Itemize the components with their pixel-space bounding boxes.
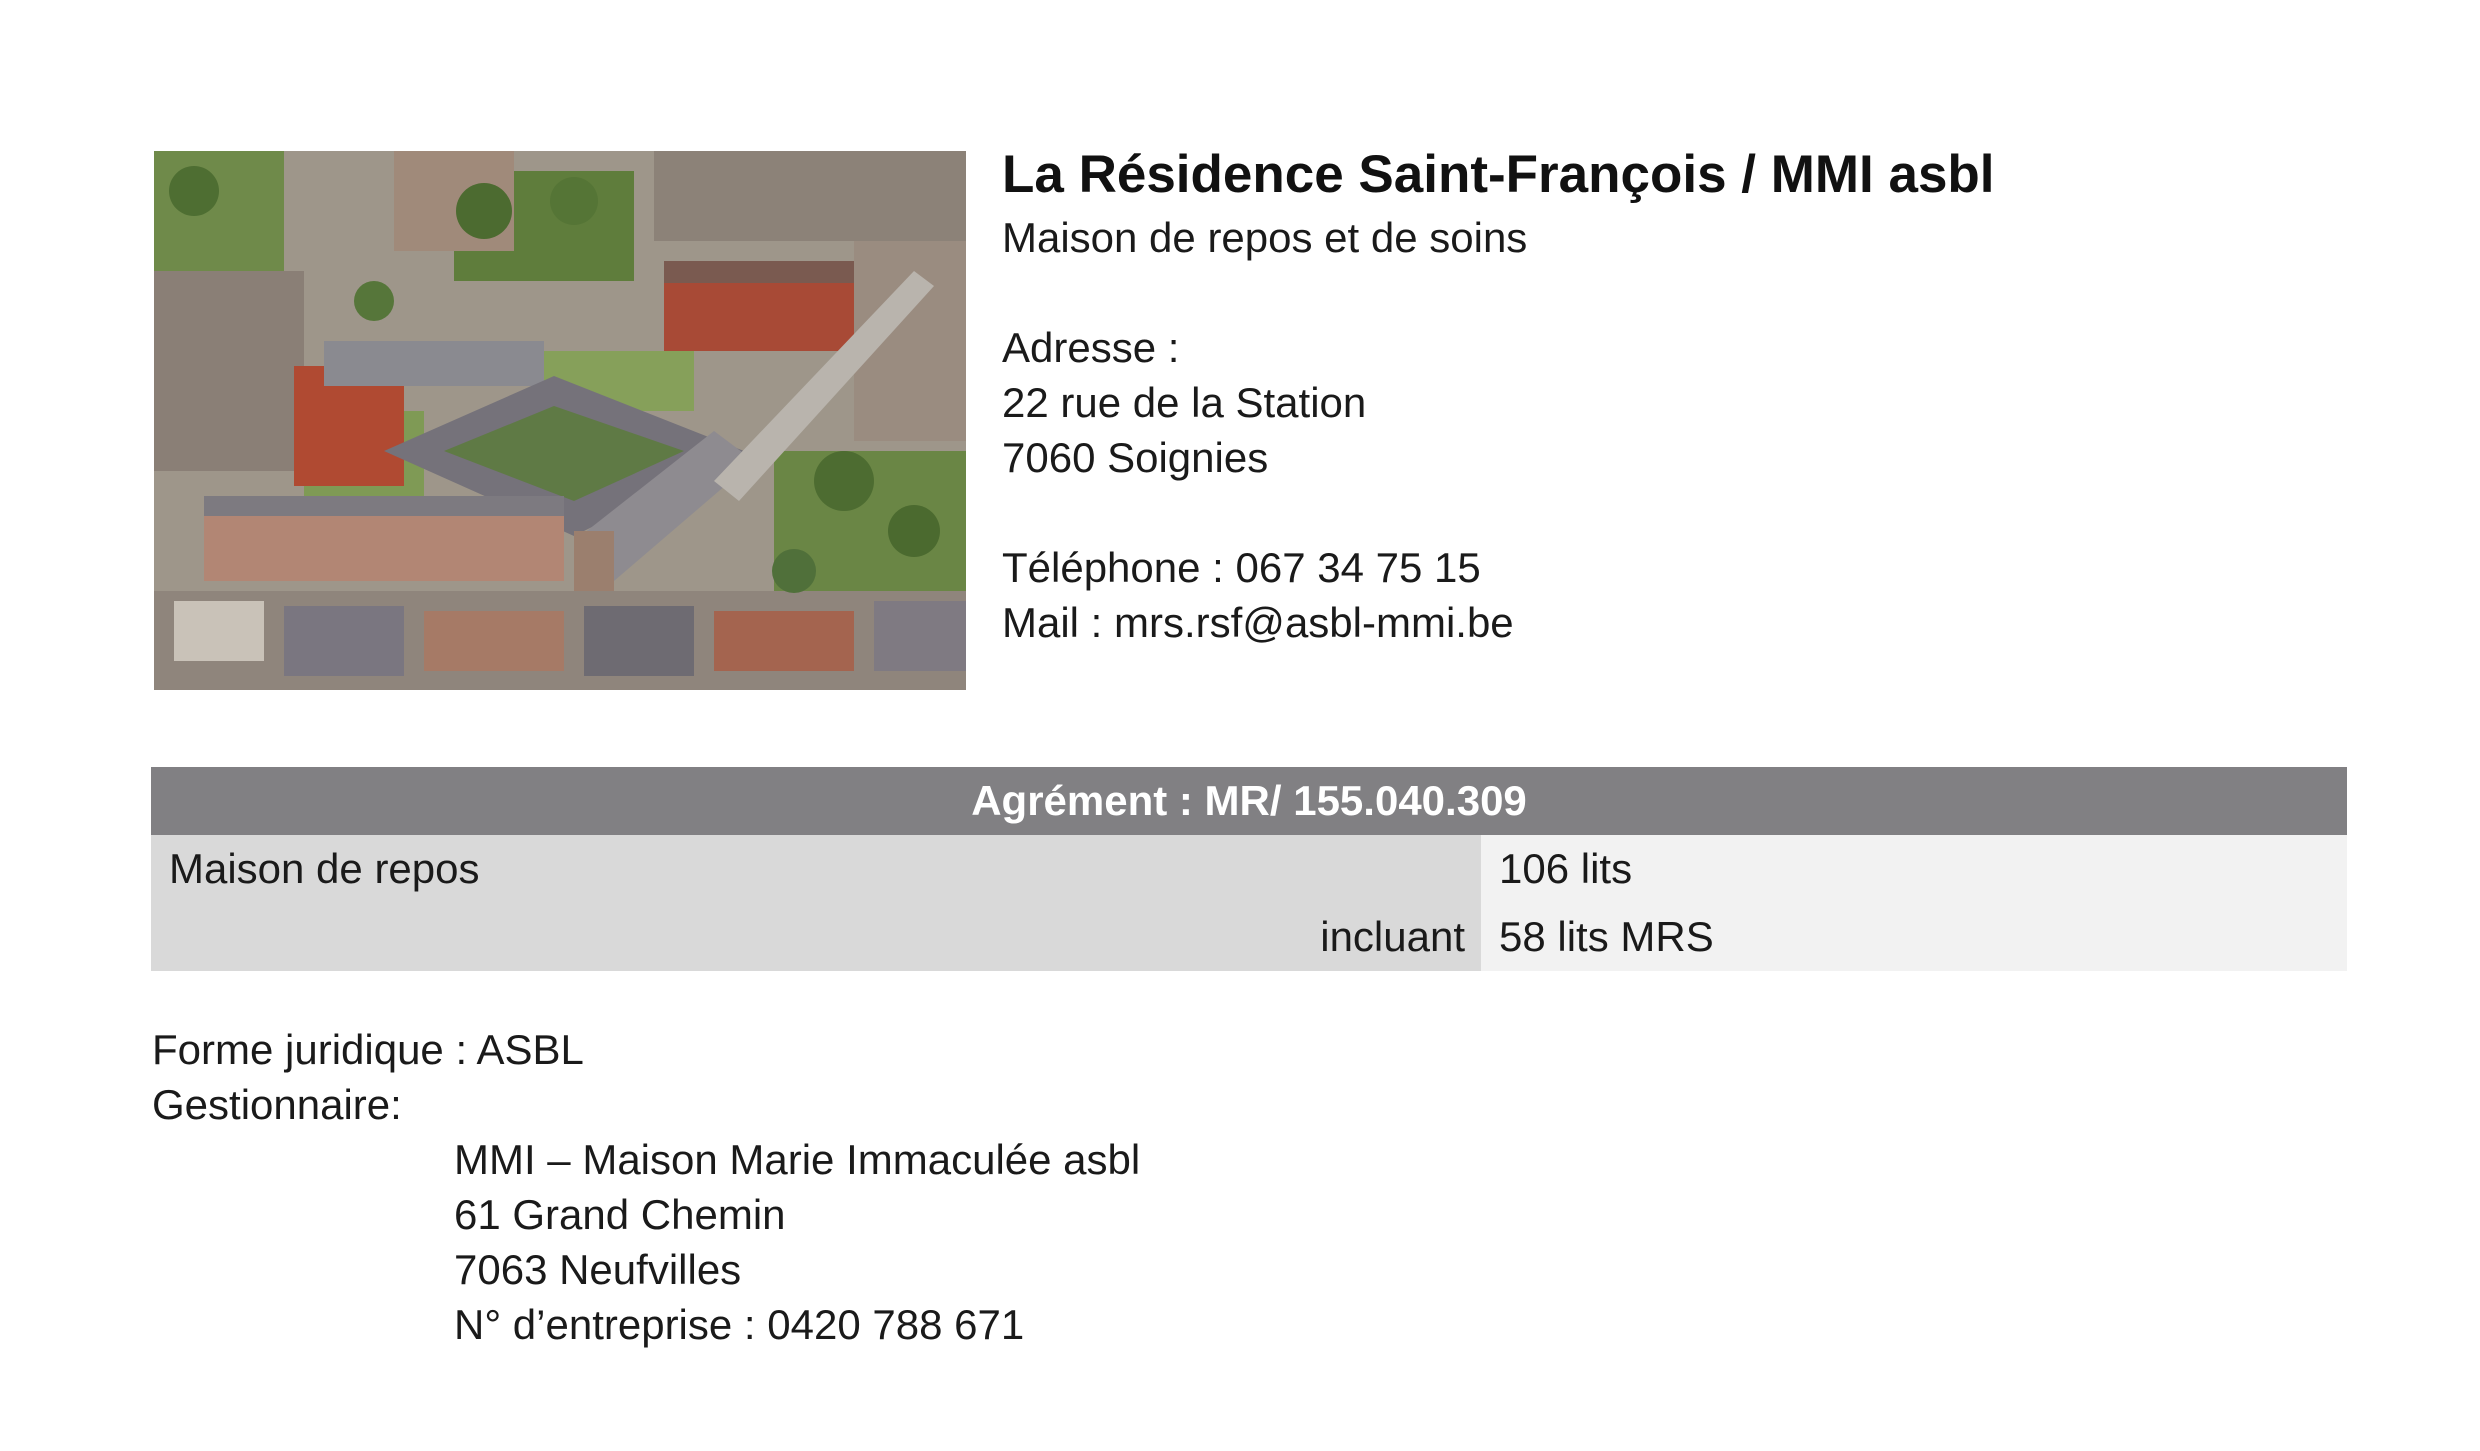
- phone-line: Téléphone : 067 34 75 15: [1002, 544, 1481, 591]
- row-label: incluant: [151, 903, 1481, 971]
- residence-aerial-photo: [154, 151, 966, 690]
- mail-line: Mail : mrs.rsf@asbl-mmi.be: [1002, 599, 1514, 646]
- agrement-table: Agrément : MR/ 155.040.309 Maison de rep…: [151, 767, 2347, 971]
- table-row: Maison de repos 106 lits: [151, 835, 2347, 903]
- gestionnaire-name: MMI – Maison Marie Immaculée asbl: [454, 1136, 1141, 1183]
- row-value: 58 lits MRS: [1481, 903, 2347, 971]
- row-value: 106 lits: [1481, 835, 2347, 903]
- gestionnaire-city: 7063 Neufvilles: [454, 1246, 742, 1293]
- address-label: Adresse :: [1002, 324, 1180, 371]
- residence-info: La Résidence Saint-François / MMI asbl M…: [1002, 140, 2302, 650]
- gestionnaire-label: Gestionnaire:: [152, 1081, 402, 1128]
- table-row: incluant 58 lits MRS: [151, 903, 2347, 971]
- forme-juridique: Forme juridique : ASBL: [152, 1026, 584, 1073]
- row-label: Maison de repos: [151, 835, 1481, 903]
- residence-title: La Résidence Saint-François / MMI asbl: [1002, 145, 1995, 204]
- residence-subtitle: Maison de repos et de soins: [1002, 214, 1528, 261]
- entreprise-number: N° d’entreprise : 0420 788 671: [454, 1301, 1025, 1348]
- address-street: 22 rue de la Station: [1002, 379, 1367, 426]
- aerial-photo-residence-icon: [154, 151, 966, 690]
- agrement-header: Agrément : MR/ 155.040.309: [151, 767, 2347, 835]
- gestionnaire-street: 61 Grand Chemin: [454, 1191, 786, 1238]
- legal-info: Forme juridique : ASBL Gestionnaire: MMI…: [152, 1022, 2152, 1352]
- address-city: 7060 Soignies: [1002, 434, 1269, 481]
